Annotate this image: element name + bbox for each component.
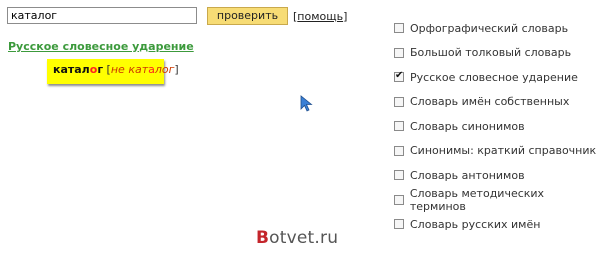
dictionary-checkbox[interactable] xyxy=(394,194,404,205)
word-part: катал xyxy=(53,63,90,76)
dictionary-label[interactable]: Орфографический словарь xyxy=(410,22,568,35)
bracket-close: ] xyxy=(174,63,179,76)
dictionary-checkbox[interactable] xyxy=(394,70,404,83)
dictionary-label[interactable]: Синонимы: краткий справочник xyxy=(410,144,596,157)
variant-part: лог xyxy=(154,63,175,76)
watermark-text: otvet.ru xyxy=(269,228,339,248)
variant-part: кат xyxy=(128,63,149,76)
check-button[interactable]: проверить xyxy=(207,7,288,25)
dictionary-title-link[interactable]: Русское словесное ударение xyxy=(8,40,194,53)
search-input[interactable] xyxy=(7,7,197,24)
dictionary-option[interactable]: Словарь синонимов xyxy=(394,114,600,139)
dictionary-option[interactable]: Синонимы: краткий справочник xyxy=(394,139,600,164)
stressed-word: каталог xyxy=(53,63,103,76)
dictionary-label[interactable]: Словарь методических терминов xyxy=(410,187,600,213)
dictionary-option[interactable]: Словарь антонимов xyxy=(394,163,600,188)
bracket-open: [ xyxy=(103,63,111,76)
dictionary-checkbox[interactable] xyxy=(394,121,404,132)
negation-label: не xyxy=(110,63,125,76)
dictionary-option[interactable]: Большой толковый словарь xyxy=(394,41,600,66)
dictionary-checkbox[interactable] xyxy=(394,170,404,181)
dictionary-checkbox[interactable] xyxy=(394,145,404,156)
variant-stressed-vowel: а xyxy=(148,63,155,76)
dictionary-checkbox[interactable] xyxy=(394,47,404,58)
incorrect-variant: [не каталог] xyxy=(103,63,179,76)
dictionary-label[interactable]: Русское словесное ударение xyxy=(410,71,578,84)
dictionary-checkbox[interactable] xyxy=(394,23,404,34)
dictionary-list: Орфографический словарь Большой толковый … xyxy=(394,16,600,237)
dictionary-option[interactable]: Словарь русских имён xyxy=(394,212,600,237)
dictionary-option[interactable]: Русское словесное ударение xyxy=(394,65,600,90)
help-link-label[interactable]: помощь xyxy=(297,10,343,23)
watermark-initial: B xyxy=(256,228,270,248)
help-link[interactable]: [помощь] xyxy=(293,10,347,23)
mouse-pointer-icon xyxy=(300,95,313,112)
dictionary-option[interactable]: Орфографический словарь xyxy=(394,16,600,41)
dictionary-checkbox[interactable] xyxy=(394,219,404,230)
dictionary-option[interactable]: Словарь методических терминов xyxy=(394,187,600,213)
help-bracket-close: ] xyxy=(343,10,348,23)
dictionary-option[interactable]: Словарь имён собственных xyxy=(394,90,600,115)
dictionary-checkbox[interactable] xyxy=(394,96,404,107)
dictionary-label[interactable]: Большой толковый словарь xyxy=(410,46,571,59)
watermark: Botvet.ru xyxy=(256,228,338,248)
result-highlight: каталог [не каталог] xyxy=(47,59,179,84)
dictionary-label[interactable]: Словарь имён собственных xyxy=(410,95,569,108)
dictionary-label[interactable]: Словарь русских имён xyxy=(410,218,540,231)
dictionary-label[interactable]: Словарь антонимов xyxy=(410,169,525,182)
dictionary-label[interactable]: Словарь синонимов xyxy=(410,120,525,133)
